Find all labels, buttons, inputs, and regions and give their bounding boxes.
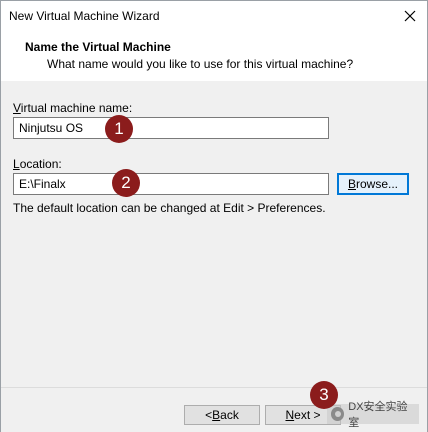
close-icon: [404, 10, 416, 22]
watermark: DX安全实验室: [327, 401, 419, 429]
header-divider: [1, 79, 427, 80]
vm-name-input[interactable]: Ninjutsu OS: [13, 117, 329, 139]
browse-button[interactable]: Browse...: [337, 173, 409, 195]
vm-name-value: Ninjutsu OS: [19, 121, 84, 135]
wizard-window: New Virtual Machine Wizard Name the Virt…: [0, 0, 428, 432]
back-button[interactable]: < Back: [184, 405, 260, 425]
title-bar: New Virtual Machine Wizard: [1, 1, 427, 31]
location-value: E:\Finalx: [19, 177, 66, 191]
callout-1: 1: [105, 115, 133, 143]
callout-2: 2: [112, 169, 140, 197]
vm-name-label: Virtual machine name:: [13, 101, 133, 115]
callout-3: 3: [310, 381, 338, 409]
window-title: New Virtual Machine Wizard: [9, 9, 160, 23]
close-button[interactable]: [393, 1, 427, 31]
wizard-header: Name the Virtual Machine What name would…: [1, 31, 427, 79]
page-subtitle: What name would you like to use for this…: [47, 57, 354, 71]
location-label: Location:: [13, 157, 62, 171]
page-title: Name the Virtual Machine: [25, 40, 171, 54]
watermark-logo-icon: [331, 407, 345, 421]
watermark-text: DX安全实验室: [348, 401, 408, 429]
location-hint: The default location can be changed at E…: [13, 201, 326, 215]
location-input[interactable]: E:\Finalx: [13, 173, 329, 195]
